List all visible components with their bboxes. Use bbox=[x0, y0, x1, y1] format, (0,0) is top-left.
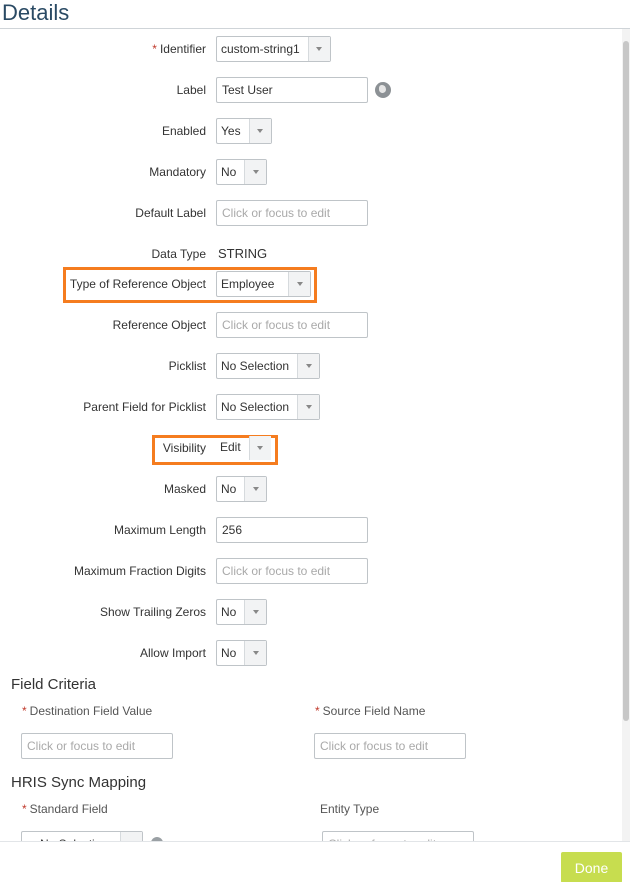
maximum-length-row: Maximum Length bbox=[0, 517, 622, 543]
mandatory-label: Mandatory bbox=[149, 165, 206, 179]
chevron-down-icon[interactable] bbox=[297, 395, 320, 419]
globe-icon[interactable] bbox=[375, 82, 391, 98]
standard-field-select[interactable]: No Selection bbox=[21, 831, 143, 841]
source-field-name-input[interactable] bbox=[314, 733, 466, 759]
enabled-label: Enabled bbox=[161, 124, 206, 138]
allow-import-row: Allow Import No bbox=[0, 640, 622, 666]
mandatory-value: No bbox=[221, 165, 237, 179]
field-criteria-heading: Field Criteria bbox=[11, 676, 97, 693]
show-trailing-zeros-label: Show Trailing Zeros bbox=[99, 605, 206, 619]
chevron-down-icon[interactable] bbox=[120, 832, 142, 841]
standard-field-label: Standard Field bbox=[29, 802, 108, 816]
chevron-down-icon[interactable] bbox=[297, 354, 320, 378]
parent-field-for-picklist-label: Parent Field for Picklist bbox=[83, 400, 206, 414]
identifier-label: Identifier bbox=[159, 42, 206, 56]
standard-field-label-wrap: * Standard Field bbox=[22, 802, 108, 816]
maximum-fraction-digits-input[interactable] bbox=[216, 558, 368, 584]
entity-type-input[interactable] bbox=[322, 831, 474, 841]
data-type-label: Data Type bbox=[151, 247, 206, 261]
required-mark: * bbox=[22, 704, 27, 718]
show-trailing-zeros-select[interactable]: No bbox=[216, 599, 268, 625]
chevron-down-icon[interactable] bbox=[307, 37, 330, 61]
destination-field-value-input[interactable] bbox=[21, 733, 173, 759]
reference-object-input[interactable] bbox=[216, 312, 368, 338]
chevron-down-icon[interactable] bbox=[288, 272, 311, 296]
reference-object-row: Reference Object bbox=[0, 312, 622, 338]
show-trailing-zeros-value: No bbox=[221, 605, 237, 619]
source-field-name-label: Source Field Name bbox=[322, 704, 426, 718]
source-field-name-label-wrap: * Source Field Name bbox=[315, 704, 425, 718]
identifier-select[interactable]: custom-string1 bbox=[216, 36, 331, 62]
enabled-row: Enabled Yes bbox=[0, 118, 622, 144]
type-of-reference-object-row: Type of Reference Object Employee bbox=[0, 271, 622, 297]
type-of-reference-object-select[interactable]: Employee bbox=[216, 271, 312, 297]
show-trailing-zeros-row: Show Trailing Zeros No bbox=[0, 599, 622, 625]
default-label-label: Default Label bbox=[135, 206, 206, 220]
default-label-row: Default Label bbox=[0, 200, 622, 226]
required-mark: * bbox=[315, 704, 320, 718]
chevron-down-icon[interactable] bbox=[244, 477, 267, 501]
vertical-scrollbar[interactable] bbox=[622, 29, 630, 841]
default-label-input[interactable] bbox=[216, 200, 368, 226]
data-type-value: STRING bbox=[218, 246, 268, 261]
mandatory-select[interactable]: No bbox=[216, 159, 268, 185]
type-of-reference-object-value: Employee bbox=[221, 277, 275, 291]
identifier-label-wrap: * Identifier bbox=[152, 42, 206, 56]
label-field-label: Label bbox=[176, 83, 206, 97]
visibility-label: Visibility bbox=[162, 441, 206, 455]
masked-value: No bbox=[221, 482, 237, 496]
page-title: Details bbox=[2, 0, 70, 25]
chevron-down-icon[interactable] bbox=[248, 436, 271, 460]
visibility-row: Visibility Edit bbox=[0, 436, 622, 462]
allow-import-select[interactable]: No bbox=[216, 640, 268, 666]
maximum-fraction-digits-label: Maximum Fraction Digits bbox=[73, 564, 206, 578]
mandatory-row: Mandatory No bbox=[0, 159, 622, 185]
enabled-select[interactable]: Yes bbox=[216, 118, 272, 144]
masked-select[interactable]: No bbox=[216, 476, 268, 502]
details-scroll-region[interactable]: *Identifier custom-string1 Label Enabled… bbox=[0, 29, 630, 841]
type-of-reference-object-label: Type of Reference Object bbox=[69, 277, 206, 291]
parent-field-for-picklist-value: No Selection bbox=[221, 400, 290, 414]
destination-field-value-label-wrap: * Destination Field Value bbox=[22, 704, 152, 718]
allow-import-label: Allow Import bbox=[139, 646, 206, 660]
identifier-row: * Identifier custom-string1 bbox=[0, 36, 622, 62]
scrollbar-thumb[interactable] bbox=[623, 41, 629, 721]
standard-field-value: No Selection bbox=[22, 832, 120, 841]
enabled-value: Yes bbox=[221, 124, 241, 138]
identifier-value: custom-string1 bbox=[221, 42, 300, 56]
chevron-down-icon[interactable] bbox=[248, 119, 271, 143]
hris-sync-mapping-heading: HRIS Sync Mapping bbox=[11, 774, 147, 791]
label-row: Label bbox=[0, 77, 622, 103]
done-button[interactable]: Done bbox=[561, 852, 622, 882]
maximum-fraction-digits-row: Maximum Fraction Digits bbox=[0, 558, 622, 584]
picklist-value: No Selection bbox=[221, 359, 290, 373]
data-type-row: Data Type STRING bbox=[0, 241, 622, 267]
parent-field-for-picklist-select[interactable]: No Selection bbox=[216, 394, 321, 420]
dialog-footer: Done bbox=[0, 841, 630, 882]
maximum-length-label: Maximum Length bbox=[113, 523, 206, 537]
chevron-down-icon[interactable] bbox=[244, 160, 267, 184]
chevron-down-icon[interactable] bbox=[244, 641, 267, 665]
entity-type-label: Entity Type bbox=[320, 802, 380, 816]
chevron-down-icon[interactable] bbox=[244, 600, 267, 624]
required-mark: * bbox=[22, 802, 27, 816]
visibility-select[interactable]: Edit bbox=[216, 436, 271, 460]
picklist-label: Picklist bbox=[168, 359, 206, 373]
masked-row: Masked No bbox=[0, 476, 622, 502]
required-mark: * bbox=[152, 42, 157, 56]
picklist-row: Picklist No Selection bbox=[0, 353, 622, 379]
destination-field-value-label: Destination Field Value bbox=[29, 704, 153, 718]
masked-label: Masked bbox=[163, 482, 206, 496]
maximum-length-input[interactable] bbox=[216, 517, 368, 543]
visibility-value: Edit bbox=[220, 440, 241, 454]
allow-import-value: No bbox=[221, 646, 237, 660]
reference-object-label: Reference Object bbox=[112, 318, 206, 332]
label-input[interactable] bbox=[216, 77, 368, 103]
parent-field-for-picklist-row: Parent Field for Picklist No Selection bbox=[0, 394, 622, 420]
picklist-select[interactable]: No Selection bbox=[216, 353, 321, 379]
